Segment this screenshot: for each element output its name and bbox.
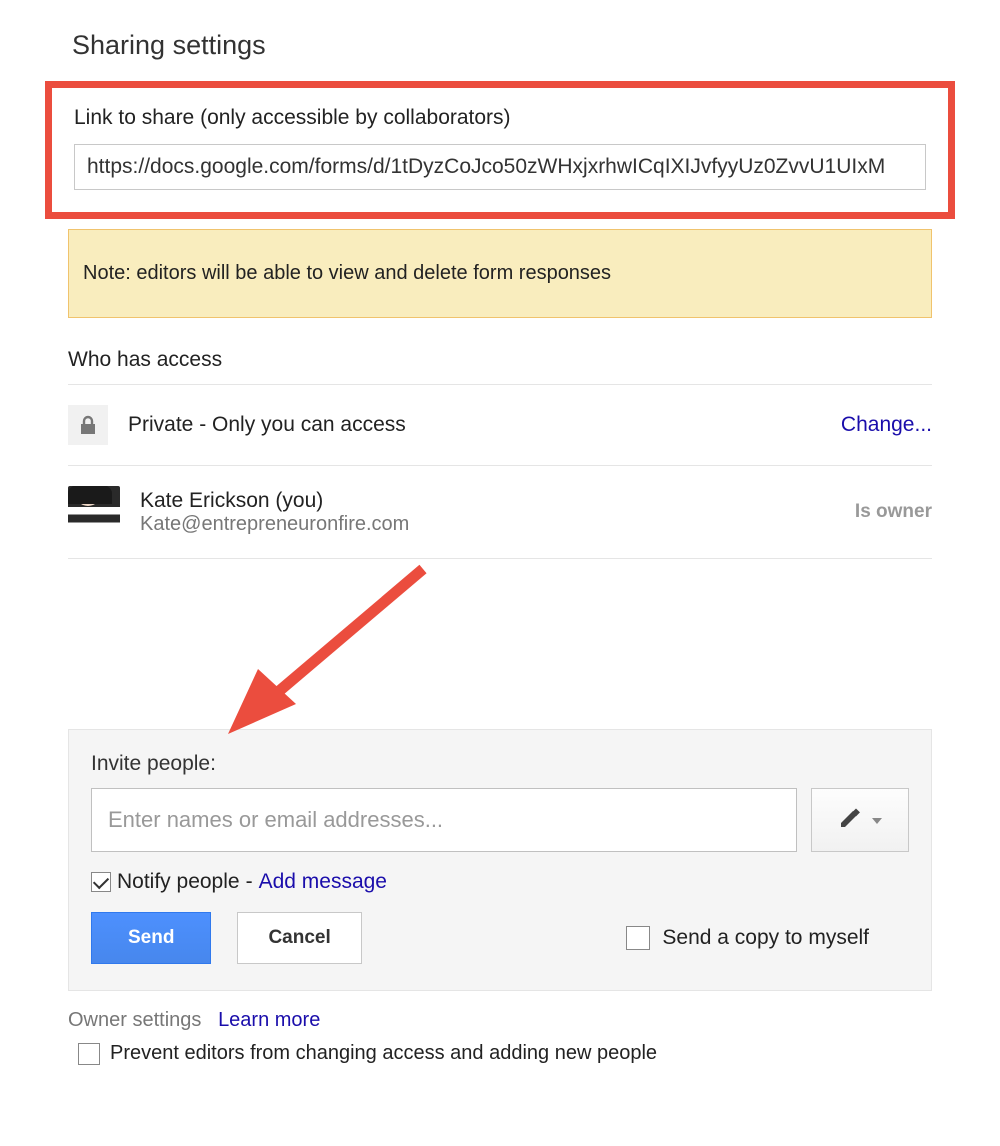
person-email: Kate@entrepreneuronfire.com bbox=[140, 513, 835, 536]
link-share-input[interactable] bbox=[74, 144, 926, 190]
sharing-dialog: Sharing settings Link to share (only acc… bbox=[0, 0, 1000, 1105]
visibility-row: Private - Only you can access Change... bbox=[68, 385, 932, 466]
invite-actions: Send Cancel Send a copy to myself bbox=[91, 912, 909, 964]
prevent-row: Prevent editors from changing access and… bbox=[68, 1042, 932, 1065]
owner-row: Kate Erickson (you) Kate@entrepreneuronf… bbox=[68, 466, 932, 559]
learn-more-link[interactable]: Learn more bbox=[218, 1009, 320, 1031]
pencil-icon bbox=[838, 806, 862, 835]
invite-input-row bbox=[91, 788, 909, 852]
invite-panel: Invite people: Notify people - Add messa bbox=[68, 729, 932, 991]
copy-self-row: Send a copy to myself bbox=[626, 926, 869, 950]
notify-row: Notify people - Add message bbox=[91, 870, 909, 894]
notify-separator: - bbox=[246, 870, 253, 894]
link-share-section: Link to share (only accessible by collab… bbox=[45, 81, 955, 219]
avatar bbox=[68, 486, 120, 538]
annotation-arrow bbox=[68, 559, 932, 729]
change-visibility-link[interactable]: Change... bbox=[841, 413, 932, 437]
visibility-text: Private - Only you can access bbox=[128, 413, 821, 437]
owner-role-label: Is owner bbox=[855, 501, 932, 523]
owner-settings: Owner settings Learn more Prevent editor… bbox=[68, 1009, 932, 1065]
copy-self-label: Send a copy to myself bbox=[662, 926, 869, 950]
permission-dropdown-button[interactable] bbox=[811, 788, 909, 852]
add-message-link[interactable]: Add message bbox=[259, 870, 387, 894]
person-name: Kate Erickson (you) bbox=[140, 489, 835, 513]
invite-input[interactable] bbox=[91, 788, 797, 852]
prevent-checkbox[interactable] bbox=[78, 1043, 100, 1065]
chevron-down-icon bbox=[872, 811, 882, 829]
who-has-access-heading: Who has access bbox=[0, 318, 1000, 384]
link-share-label: Link to share (only accessible by collab… bbox=[74, 106, 926, 130]
note-banner: Note: editors will be able to view and d… bbox=[68, 229, 932, 318]
copy-self-checkbox[interactable] bbox=[626, 926, 650, 950]
notify-label: Notify people bbox=[117, 870, 240, 894]
dialog-title: Sharing settings bbox=[0, 0, 1000, 81]
cancel-button[interactable]: Cancel bbox=[237, 912, 361, 964]
access-list: Private - Only you can access Change... … bbox=[68, 384, 932, 559]
person-info: Kate Erickson (you) Kate@entrepreneuronf… bbox=[140, 489, 835, 536]
notify-checkbox[interactable] bbox=[91, 872, 111, 892]
send-button[interactable]: Send bbox=[91, 912, 211, 964]
lock-icon bbox=[68, 405, 108, 445]
prevent-label: Prevent editors from changing access and… bbox=[110, 1042, 657, 1065]
owner-settings-label: Owner settings bbox=[68, 1009, 201, 1031]
